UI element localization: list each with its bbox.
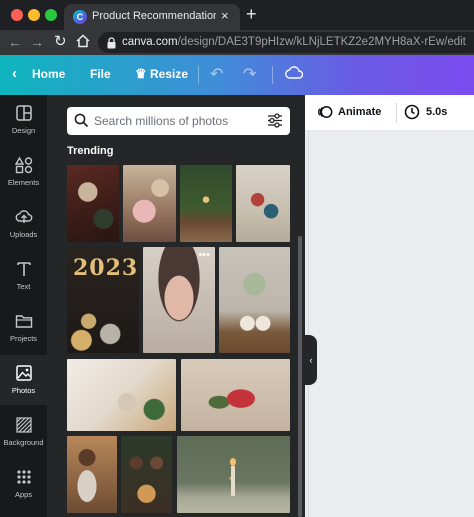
candle-stick (231, 466, 235, 496)
forward-arrow-icon[interactable]: → (30, 33, 44, 51)
rail-label: Apps (14, 490, 33, 499)
photo-thumbnail-table-decor[interactable] (219, 247, 290, 353)
header-divider (198, 66, 199, 84)
undo-icon[interactable]: ↶ (210, 64, 223, 84)
chevron-left-icon[interactable]: ‹ (12, 65, 17, 82)
rail-label: Photos (11, 386, 36, 395)
rail-item-text[interactable]: Text (0, 251, 47, 301)
home-icon[interactable] (76, 34, 90, 52)
search-icon (74, 113, 89, 133)
url-field[interactable]: canva.com/design/DAE3T9pHIzw/kLNjLETKZ2e… (98, 32, 474, 53)
rail-item-elements[interactable]: Elements (0, 147, 47, 197)
rail-label: Background (3, 438, 44, 447)
home-button[interactable]: Home (32, 67, 65, 81)
resize-button[interactable]: Resize (150, 67, 188, 81)
cloud-save-icon[interactable] (285, 66, 304, 82)
redo-icon[interactable]: ↷ (243, 64, 256, 84)
photo-thumbnail-gift-box[interactable] (67, 165, 119, 242)
rail-item-uploads[interactable]: Uploads (0, 199, 47, 249)
url-path: /design/DAE3T9pHIzw/kLNjLETKZ2e2MYH8aX-r… (177, 36, 466, 48)
browser-address-bar: ← → ↻ canva.com/design/DAE3T9pHIzw/kLNjL… (0, 30, 474, 55)
new-tab-button[interactable]: + (246, 5, 257, 23)
photo-thumbnail-christmas-tree[interactable] (180, 165, 232, 242)
photo-thumbnail-stairs-family[interactable] (67, 359, 176, 431)
resize-sparkle-icon: ♛ (135, 66, 147, 81)
photo-icon (15, 365, 32, 381)
collapse-panel-handle[interactable]: ‹ (305, 335, 317, 385)
rail-item-projects[interactable]: Projects (0, 303, 47, 353)
rail-label: Projects (9, 334, 38, 343)
photo-thumbnail-smiling-woman[interactable]: ••• (143, 247, 215, 353)
lock-icon (107, 36, 116, 54)
photo-thumbnail-family-sofa[interactable] (236, 165, 290, 242)
upload-icon (15, 210, 32, 223)
rail-item-photos[interactable]: Photos (0, 355, 47, 405)
rail-item-background[interactable]: Background (0, 407, 47, 457)
url-text: canva.com/design/DAE3T9pHIzw/kLNjLETKZ2e… (122, 36, 466, 48)
header-divider (272, 66, 273, 84)
rail-item-design[interactable]: Design (0, 95, 47, 145)
rail-item-apps[interactable]: Apps (0, 459, 47, 509)
animate-icon (318, 106, 333, 118)
panel-scrollbar[interactable] (298, 236, 302, 517)
side-navigation-rail: Design Elements Uploads Text Projects Ph… (0, 95, 47, 517)
canva-favicon-icon: C (73, 10, 87, 24)
photo-search-box (67, 107, 290, 135)
rail-label: Text (16, 282, 31, 291)
photo-thumbnail-family-gift[interactable] (123, 165, 176, 242)
background-icon (15, 417, 32, 433)
canva-top-bar: ‹ Home File ♛ Resize ↶ ↷ (0, 55, 474, 95)
back-arrow-icon[interactable]: ← (8, 33, 22, 51)
rail-label: Uploads (9, 230, 38, 239)
tab-close-icon[interactable]: × (221, 8, 229, 23)
canvas-divider (308, 131, 309, 517)
rail-label: Elements (7, 178, 40, 187)
window-zoom-button[interactable] (45, 9, 57, 21)
browser-tab-active[interactable]: C Product Recommendation - 20 × (64, 4, 240, 30)
browser-tab-bar: C Product Recommendation - 20 × + (0, 0, 474, 30)
apps-grid-icon (16, 470, 31, 484)
duration-label: 5.0s (426, 106, 448, 118)
window-minimize-button[interactable] (28, 9, 40, 21)
candle-flame (230, 458, 236, 466)
balloon-2023-text: 2023 (73, 255, 139, 281)
photo-thumbnail-friends-celebrate[interactable] (67, 436, 117, 513)
url-host: canva.com (122, 36, 178, 48)
toolbar-divider (396, 103, 397, 123)
file-menu-button[interactable]: File (90, 67, 111, 81)
reload-icon[interactable]: ↻ (54, 33, 67, 51)
photos-panel: Trending 2023 ••• (47, 95, 305, 517)
filter-sliders-icon[interactable] (267, 113, 283, 133)
editor-toolbar: Animate 5.0s (305, 95, 474, 131)
photo-search-input[interactable] (94, 110, 259, 132)
trending-heading: Trending (67, 145, 114, 157)
photo-thumbnail-candle[interactable] (177, 436, 290, 513)
photo-thumbnail-2023-balloons[interactable]: 2023 (67, 247, 139, 353)
design-icon (15, 105, 32, 121)
design-canvas-area[interactable] (305, 131, 474, 517)
rail-label: Design (11, 126, 36, 135)
elements-icon (14, 156, 32, 174)
window-close-button[interactable] (11, 9, 23, 21)
more-options-icon[interactable]: ••• (198, 250, 210, 261)
photo-thumbnail-dinner-party[interactable] (121, 436, 172, 513)
tab-title: Product Recommendation - 20 (92, 10, 216, 22)
animate-label: Animate (338, 106, 382, 118)
text-icon (16, 262, 31, 276)
photo-thumbnail-wrapping-gift[interactable] (181, 359, 290, 431)
clock-icon (404, 104, 420, 120)
folder-icon (15, 315, 32, 328)
